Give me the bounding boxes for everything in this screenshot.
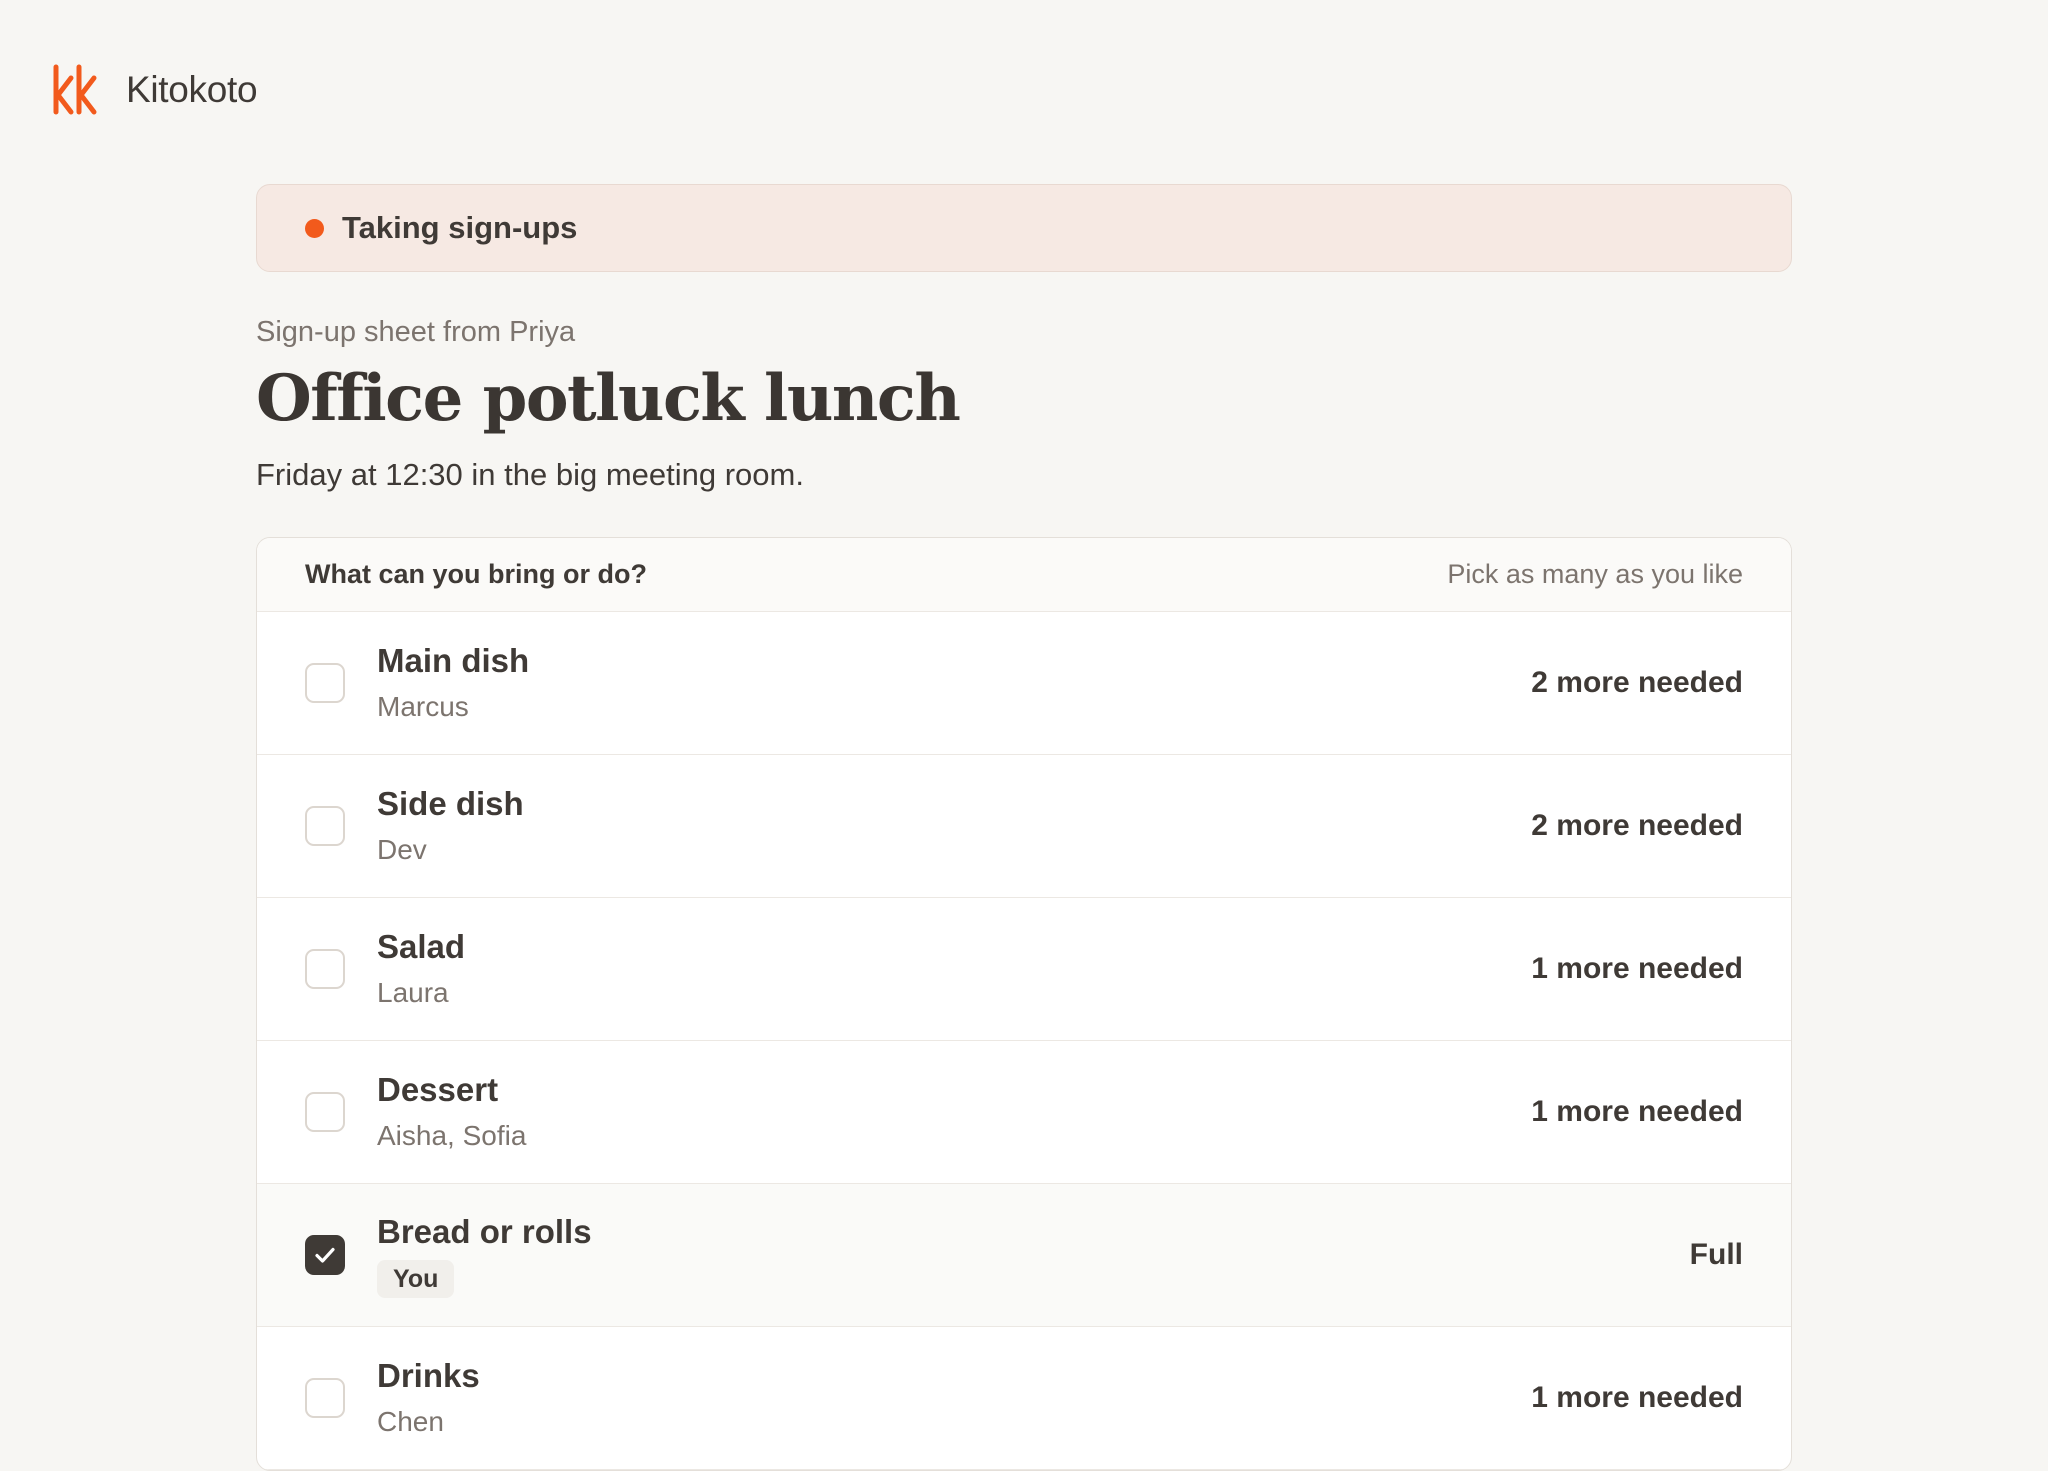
- item-people: Chen: [377, 1406, 444, 1437]
- list-item-dessert[interactable]: Dessert Aisha, Sofia 1 more needed: [257, 1041, 1791, 1184]
- top-bar: Kitokoto: [52, 64, 258, 116]
- item-name: Side dish: [377, 785, 524, 822]
- item-name: Dessert: [377, 1071, 499, 1108]
- list-item-drinks[interactable]: Drinks Chen 1 more needed: [257, 1327, 1791, 1470]
- item-name: Bread or rolls: [377, 1213, 592, 1250]
- item-name: Drinks: [377, 1357, 480, 1394]
- item-text: Dessert Aisha, Sofia: [377, 1070, 1531, 1154]
- item-status: 1 more needed: [1531, 1381, 1743, 1414]
- item-text: Bread or rolls You: [377, 1212, 1690, 1298]
- item-people: Dev: [377, 834, 427, 865]
- checkbox-checked[interactable]: [305, 1235, 345, 1275]
- item-people: Marcus: [377, 691, 469, 722]
- checkbox[interactable]: [305, 949, 345, 989]
- checkmark-icon: [315, 1247, 335, 1263]
- main-content: Taking sign-ups Sign-up sheet from Priya…: [256, 184, 1792, 1471]
- checkbox[interactable]: [305, 1378, 345, 1418]
- signup-list: What can you bring or do? Pick as many a…: [256, 537, 1792, 1471]
- item-text: Drinks Chen: [377, 1356, 1531, 1440]
- page-title: Office potluck lunch: [256, 361, 961, 436]
- list-item-side-dish[interactable]: Side dish Dev 2 more needed: [257, 755, 1791, 898]
- list-item-bread-or-rolls[interactable]: Bread or rolls You Full: [257, 1184, 1791, 1327]
- you-badge: You: [377, 1260, 455, 1298]
- list-question: What can you bring or do?: [305, 559, 647, 589]
- item-text: Main dish Marcus: [377, 641, 1531, 725]
- item-text: Salad Laura: [377, 927, 1531, 1011]
- list-item-main-dish[interactable]: Main dish Marcus 2 more needed: [257, 612, 1791, 755]
- item-text: Side dish Dev: [377, 784, 1531, 868]
- item-status: 1 more needed: [1531, 1095, 1743, 1128]
- status-dot-icon: [305, 218, 324, 238]
- item-name: Main dish: [377, 642, 530, 679]
- signup-list-header: What can you bring or do? Pick as many a…: [257, 538, 1791, 612]
- item-status: 1 more needed: [1531, 952, 1743, 985]
- sheet-from: Sign-up sheet from Priya: [256, 316, 576, 348]
- kk-logo-icon[interactable]: [52, 64, 98, 116]
- item-status: 2 more needed: [1531, 809, 1743, 842]
- brand-name[interactable]: Kitokoto: [126, 69, 258, 111]
- item-people: Laura: [377, 977, 449, 1008]
- status-banner: Taking sign-ups: [256, 184, 1792, 272]
- checkbox[interactable]: [305, 663, 345, 703]
- status-label: Taking sign-ups: [342, 210, 578, 245]
- checkbox[interactable]: [305, 806, 345, 846]
- item-status: Full: [1689, 1238, 1743, 1271]
- sheet-description: Friday at 12:30 in the big meeting room.: [256, 457, 804, 492]
- item-status: 2 more needed: [1531, 666, 1743, 699]
- list-hint: Pick as many as you like: [1447, 559, 1743, 589]
- checkbox[interactable]: [305, 1092, 345, 1132]
- list-item-salad[interactable]: Salad Laura 1 more needed: [257, 898, 1791, 1041]
- item-people: Aisha, Sofia: [377, 1120, 527, 1151]
- item-name: Salad: [377, 928, 466, 965]
